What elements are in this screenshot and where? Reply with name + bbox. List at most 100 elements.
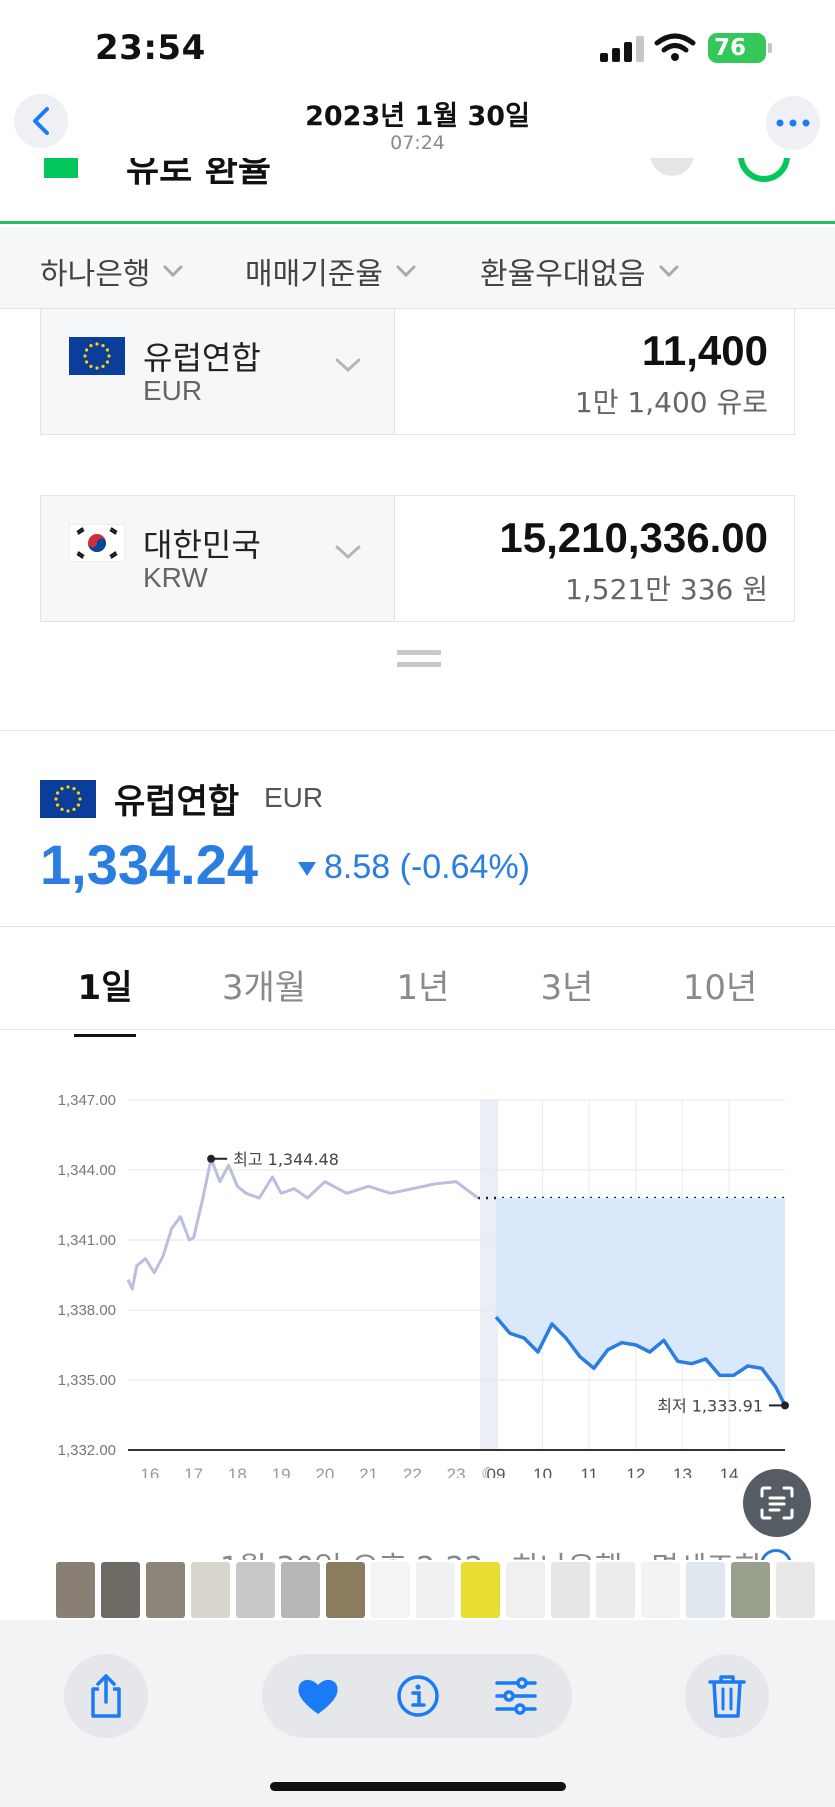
photo-thumbnail[interactable] xyxy=(146,1562,185,1618)
photo-thumbnail[interactable] xyxy=(101,1562,140,1618)
rate-currency-code: EUR xyxy=(264,782,324,813)
favorite-button[interactable] xyxy=(295,1673,341,1719)
y-tick-label: 1,344.00 xyxy=(58,1162,116,1179)
period-tabs: 1일 3개월 1년 3년 10년 xyxy=(0,928,835,1040)
x-tick-label: 13 xyxy=(673,1465,692,1478)
x-tick-label: 12 xyxy=(626,1465,645,1478)
adjust-button[interactable] xyxy=(493,1673,539,1719)
app-title: 유로 환율 xyxy=(126,158,272,190)
adjust-icon xyxy=(495,1677,537,1715)
x-tick-label: 20 xyxy=(315,1465,334,1478)
photo-thumbnail[interactable] xyxy=(596,1562,635,1618)
from-amount-words: 1만 1,400 유로 xyxy=(574,386,768,419)
x-tick-label: 22 xyxy=(403,1465,422,1478)
photo-thumbnail[interactable] xyxy=(641,1562,680,1618)
home-indicator xyxy=(270,1782,566,1791)
preferential-rate-filter-label: 환율우대없음 xyxy=(480,257,646,292)
x-tick-label: 16 xyxy=(140,1465,159,1478)
photo-thumbnail[interactable] xyxy=(326,1562,365,1618)
photo-thumbnail[interactable] xyxy=(461,1562,500,1618)
photo-thumbnail[interactable] xyxy=(191,1562,230,1618)
filter-bar: 하나은행 매매기준율 환율우대없음 xyxy=(0,227,835,309)
status-bar: 23:54 76 xyxy=(0,0,835,100)
tab-1-year[interactable]: 1년 xyxy=(358,960,488,1009)
settings-icon xyxy=(650,158,694,176)
rate-summary: 유럽연합 EUR 1,334.24 8.58 (-0.64%) xyxy=(0,740,835,920)
today-area xyxy=(496,1198,785,1406)
to-amount-value: 15,210,336.00 xyxy=(499,514,768,561)
info-button[interactable] xyxy=(395,1673,441,1719)
y-tick-label: 1,341.00 xyxy=(58,1232,116,1249)
exchange-rate-chart[interactable]: 1,332.00 1,335.00 1,338.00 1,341.00 1,344.00… xyxy=(0,1058,835,1485)
app-header: 유로 환율 xyxy=(0,158,835,224)
rate-type-filter[interactable]: 매매기준율 xyxy=(245,249,419,293)
photo-date-title: 2023년 1월 30일 xyxy=(305,101,530,132)
thumbnail-strip[interactable] xyxy=(0,1560,835,1620)
photo-viewer-header: 2023년 1월 30일 07:24 xyxy=(0,88,835,158)
live-text-button[interactable] xyxy=(743,1469,811,1537)
section-divider xyxy=(0,1029,835,1030)
eu-flag-icon xyxy=(69,337,125,375)
screenshot-image: 유로 환율 하나은행 매매기준율 환율우대없음 유럽연합 EUR 11,400 … xyxy=(0,158,835,1618)
from-currency-row: 유럽연합 EUR 11,400 1만 1,400 유로 xyxy=(40,308,795,435)
from-amount-input[interactable]: 11,400 xyxy=(642,327,768,375)
tab-3-months[interactable]: 3개월 xyxy=(199,960,329,1009)
action-pill xyxy=(262,1654,572,1738)
delete-button[interactable] xyxy=(685,1654,769,1738)
bank-filter-label: 하나은행 xyxy=(40,257,151,292)
chevron-down-icon xyxy=(163,265,183,278)
y-tick-label: 1,335.00 xyxy=(58,1372,116,1389)
photo-thumbnail[interactable] xyxy=(371,1562,410,1618)
share-button[interactable] xyxy=(64,1654,148,1738)
y-tick-label: 1,332.00 xyxy=(58,1442,116,1459)
photo-thumbnail[interactable] xyxy=(686,1562,725,1618)
active-tab-indicator xyxy=(74,1034,136,1037)
photo-thumbnail[interactable] xyxy=(281,1562,320,1618)
live-text-icon xyxy=(760,1486,794,1520)
equals-icon xyxy=(397,650,441,670)
photo-thumbnail[interactable] xyxy=(506,1562,545,1618)
to-currency-name: 대한민국 xyxy=(143,526,261,564)
x-tick-label: 18 xyxy=(228,1465,247,1478)
x-tick-label: 19 xyxy=(272,1465,291,1478)
photo-thumbnail[interactable] xyxy=(416,1562,455,1618)
location-icon xyxy=(738,158,790,182)
from-currency-name: 유럽연합 xyxy=(143,339,261,377)
x-tick-label: 21 xyxy=(359,1465,378,1478)
eu-flag-icon xyxy=(40,780,96,818)
naver-logo-icon xyxy=(44,158,78,178)
bottom-toolbar xyxy=(0,1620,835,1807)
rate-change: 8.58 (-0.64%) xyxy=(324,848,530,886)
moon-icon: ☾ xyxy=(481,1464,497,1478)
more-button[interactable] xyxy=(766,96,820,150)
y-tick-label: 1,347.00 xyxy=(58,1092,116,1109)
rate-type-filter-label: 매매기준율 xyxy=(245,257,383,292)
rate-value: 1,334.24 xyxy=(40,833,258,896)
tab-3-years[interactable]: 3년 xyxy=(502,960,632,1009)
to-currency-select[interactable]: 대한민국 KRW xyxy=(41,496,395,621)
photo-thumbnail[interactable] xyxy=(236,1562,275,1618)
bank-filter[interactable]: 하나은행 xyxy=(40,249,186,293)
photo-thumbnail[interactable] xyxy=(56,1562,95,1618)
battery-level: 76 xyxy=(714,35,747,61)
rate-currency-name: 유럽연합 xyxy=(114,782,240,822)
from-currency-code: EUR xyxy=(143,375,203,406)
preferential-rate-filter[interactable]: 환율우대없음 xyxy=(480,249,682,293)
section-divider xyxy=(0,730,835,731)
to-currency-row: 대한민국 KRW 15,210,336.00 1,521만 336 원 xyxy=(40,495,795,622)
trash-icon xyxy=(708,1675,746,1718)
section-divider xyxy=(0,926,835,927)
night-band xyxy=(480,1100,498,1450)
ellipsis-icon xyxy=(776,119,810,127)
low-label: 최저 1,333.91 xyxy=(657,1396,763,1415)
x-tick-label: 17 xyxy=(184,1465,203,1478)
tab-1-day[interactable]: 1일 xyxy=(40,960,170,1009)
photo-thumbnail[interactable] xyxy=(776,1562,815,1618)
to-amount-words: 1,521만 336 원 xyxy=(565,573,768,606)
tab-10-years[interactable]: 10년 xyxy=(655,960,785,1009)
photo-thumbnail[interactable] xyxy=(551,1562,590,1618)
from-currency-select[interactable]: 유럽연합 EUR xyxy=(41,309,395,434)
photo-thumbnail[interactable] xyxy=(731,1562,770,1618)
high-label: 최고 1,344.48 xyxy=(233,1150,339,1169)
battery-icon: 76 xyxy=(708,33,772,63)
